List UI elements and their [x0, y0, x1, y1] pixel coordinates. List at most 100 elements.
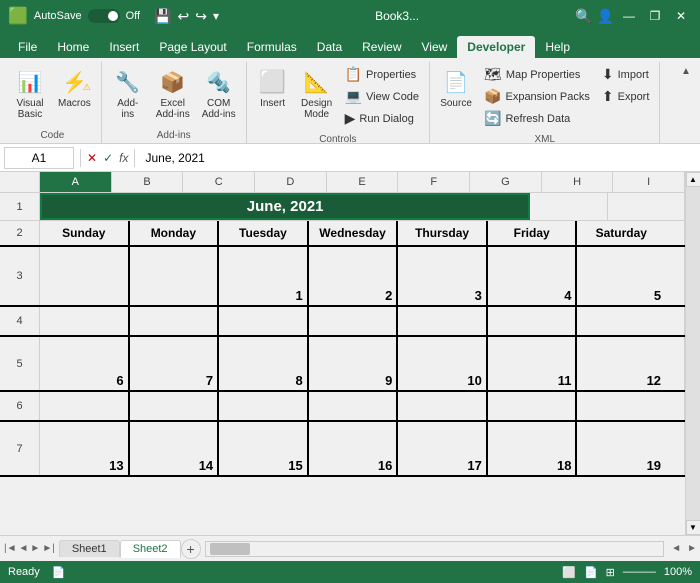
cell-d5[interactable]: 9 — [309, 337, 399, 390]
cell-e6[interactable] — [398, 392, 488, 420]
source-button[interactable]: 📄 Source — [436, 64, 476, 111]
nav-next-icon[interactable]: ► — [30, 543, 40, 554]
right-scrollbar[interactable]: ▲ ▼ — [685, 172, 700, 535]
customize-qat-icon[interactable]: ▾ — [213, 9, 219, 23]
cell-f3[interactable]: 4 — [488, 247, 578, 305]
cell-a1[interactable]: June, 2021 — [40, 193, 530, 220]
tab-data[interactable]: Data — [307, 36, 352, 58]
cell-e3[interactable]: 3 — [398, 247, 488, 305]
cell-c2[interactable]: Tuesday — [219, 221, 309, 245]
scroll-down-button[interactable]: ▼ — [686, 520, 700, 535]
view-code-button[interactable]: 💻 View Code — [341, 86, 423, 107]
sheet-tab-2[interactable]: Sheet2 — [120, 540, 181, 558]
cell-g6[interactable] — [577, 392, 665, 420]
normal-view-icon[interactable]: ⬜ — [562, 566, 576, 579]
tab-home[interactable]: Home — [47, 36, 99, 58]
cell-e2[interactable]: Thursday — [398, 221, 488, 245]
cell-d3[interactable]: 2 — [309, 247, 399, 305]
search-icon[interactable]: 🔍 — [575, 8, 592, 25]
cell-g3[interactable]: 5 — [577, 247, 665, 305]
tab-help[interactable]: Help — [535, 36, 580, 58]
cell-d7[interactable]: 16 — [309, 422, 399, 475]
tab-view[interactable]: View — [412, 36, 458, 58]
cell-b5[interactable]: 7 — [130, 337, 220, 390]
tab-developer[interactable]: Developer — [457, 36, 535, 58]
cell-a2[interactable]: Sunday — [40, 221, 130, 245]
redo-icon[interactable]: ↪ — [195, 8, 207, 25]
minimize-button[interactable]: — — [618, 5, 640, 27]
import-button[interactable]: ⬇ Import — [598, 64, 654, 85]
page-layout-icon[interactable]: 📄 — [584, 566, 598, 579]
cell-c6[interactable] — [219, 392, 309, 420]
properties-button[interactable]: 📋 Properties — [341, 64, 423, 85]
col-header-g[interactable]: G — [470, 172, 542, 192]
nav-first-icon[interactable]: |◄ — [4, 543, 17, 554]
insert-function-icon[interactable]: fx — [119, 151, 128, 165]
cell-f7[interactable]: 18 — [488, 422, 578, 475]
cell-a5[interactable]: 6 — [40, 337, 130, 390]
cancel-formula-icon[interactable]: ✕ — [87, 151, 97, 165]
scroll-right-button[interactable]: ► — [684, 543, 700, 554]
save-icon[interactable]: 💾 — [154, 8, 171, 25]
cell-f2[interactable]: Friday — [488, 221, 578, 245]
col-header-b[interactable]: B — [112, 172, 184, 192]
cell-h2[interactable] — [665, 221, 685, 245]
col-header-f[interactable]: F — [398, 172, 470, 192]
tab-insert[interactable]: Insert — [99, 36, 149, 58]
ribbon-collapse[interactable]: ▲ — [681, 62, 696, 143]
cell-a7[interactable]: 13 — [40, 422, 130, 475]
zoom-slider[interactable]: ——— — [623, 566, 656, 578]
autosave-toggle[interactable] — [88, 9, 120, 23]
cell-c7[interactable]: 15 — [219, 422, 309, 475]
sheet-tab-1[interactable]: Sheet1 — [59, 540, 120, 557]
cell-b3[interactable] — [130, 247, 220, 305]
close-button[interactable]: ✕ — [670, 5, 692, 27]
cell-h3[interactable] — [665, 247, 685, 305]
col-header-d[interactable]: D — [255, 172, 327, 192]
nav-prev-icon[interactable]: ◄ — [19, 543, 29, 554]
col-header-i[interactable]: I — [613, 172, 685, 192]
scroll-left-button[interactable]: ◄ — [668, 543, 684, 554]
cell-g2[interactable]: Saturday — [577, 221, 665, 245]
scroll-track[interactable] — [686, 187, 700, 520]
cell-h6[interactable] — [665, 392, 685, 420]
cell-d2[interactable]: Wednesday — [309, 221, 399, 245]
cell-h5[interactable] — [665, 337, 685, 390]
cell-b7[interactable]: 14 — [130, 422, 220, 475]
run-dialog-button[interactable]: ▶ Run Dialog — [341, 108, 423, 129]
tab-review[interactable]: Review — [352, 36, 411, 58]
visual-basic-button[interactable]: 📊 VisualBasic — [10, 64, 50, 122]
cell-h4[interactable] — [665, 307, 685, 335]
scroll-up-button[interactable]: ▲ — [686, 172, 700, 187]
col-header-h[interactable]: H — [542, 172, 614, 192]
refresh-data-button[interactable]: 🔄 Refresh Data — [480, 108, 594, 129]
insert-control-button[interactable]: ⬜ Insert — [253, 64, 293, 111]
cell-e4[interactable] — [398, 307, 488, 335]
cell-g5[interactable]: 12 — [577, 337, 665, 390]
cell-a4[interactable] — [40, 307, 130, 335]
cell-b6[interactable] — [130, 392, 220, 420]
cell-h7[interactable] — [665, 422, 685, 475]
account-icon[interactable]: 👤 — [597, 8, 614, 25]
tab-formulas[interactable]: Formulas — [237, 36, 307, 58]
formula-input[interactable] — [141, 149, 696, 167]
cell-e5[interactable]: 10 — [398, 337, 488, 390]
cell-f5[interactable]: 11 — [488, 337, 578, 390]
add-ins-button[interactable]: 🔧 Add-ins — [108, 64, 148, 122]
col-header-c[interactable]: C — [183, 172, 255, 192]
cell-d6[interactable] — [309, 392, 399, 420]
cell-c4[interactable] — [219, 307, 309, 335]
name-box[interactable] — [4, 147, 74, 169]
cell-c5[interactable]: 8 — [219, 337, 309, 390]
col-header-a[interactable]: A — [40, 172, 112, 192]
cell-g4[interactable] — [577, 307, 665, 335]
col-header-e[interactable]: E — [327, 172, 399, 192]
cell-c3[interactable]: 1 — [219, 247, 309, 305]
design-mode-button[interactable]: 📐 DesignMode — [297, 64, 337, 122]
cell-a6[interactable] — [40, 392, 130, 420]
cell-f6[interactable] — [488, 392, 578, 420]
tab-file[interactable]: File — [8, 36, 47, 58]
map-properties-button[interactable]: 🗺 Map Properties — [480, 64, 594, 85]
macros-button[interactable]: ⚡ Macros ⚠ — [54, 64, 95, 111]
horizontal-scrollbar[interactable] — [205, 541, 665, 557]
